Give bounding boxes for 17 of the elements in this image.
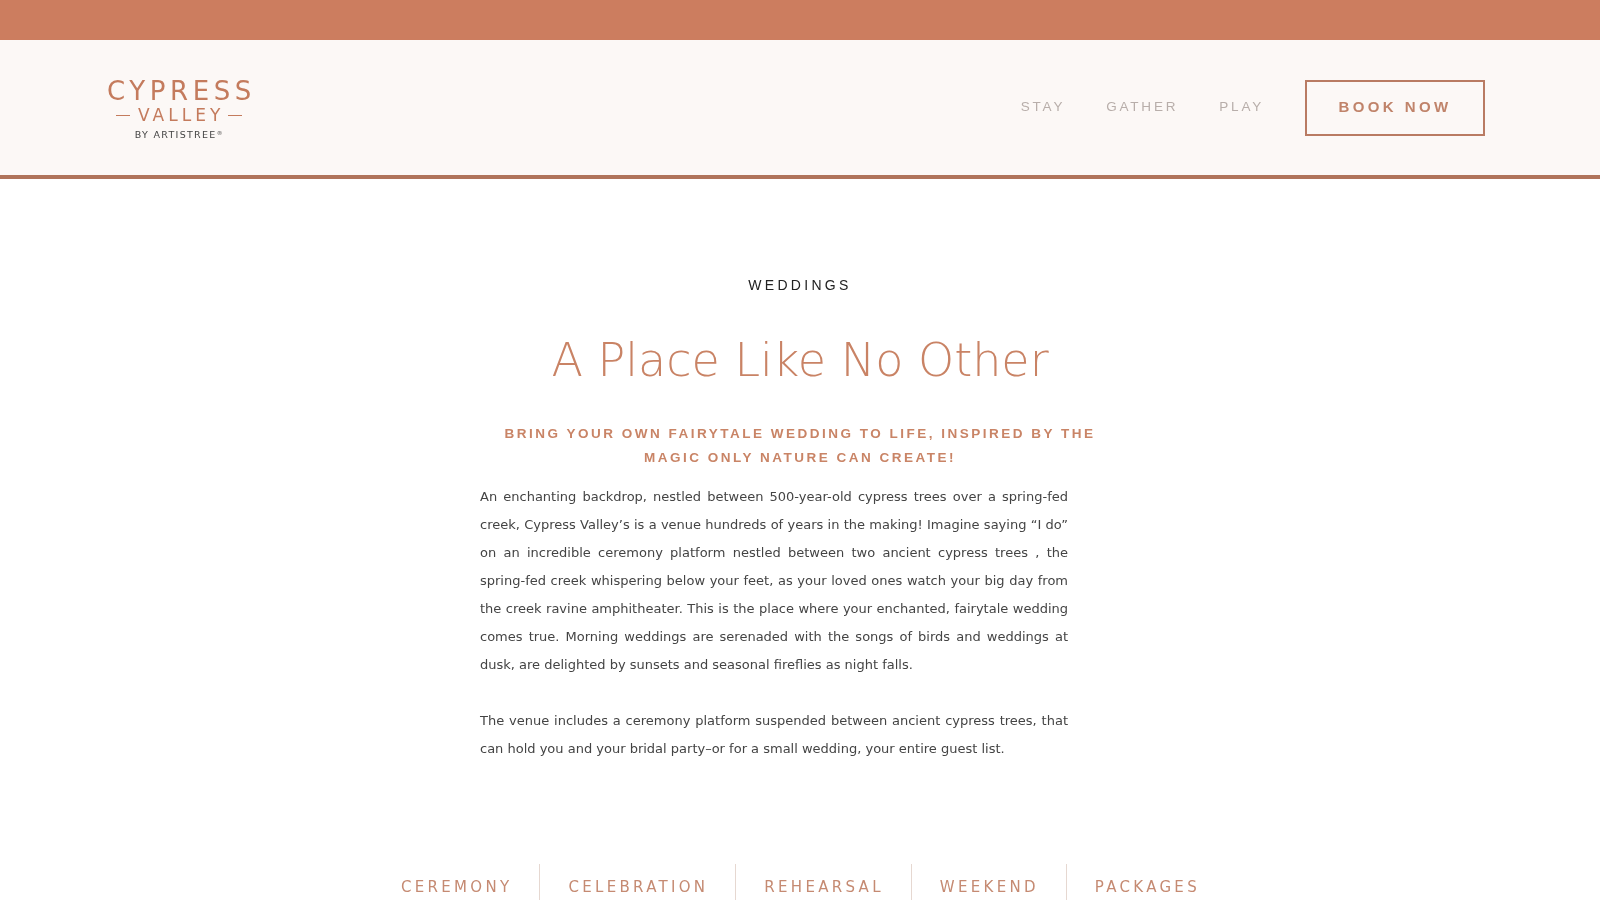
section-tab[interactable]: CEREMONY: [373, 864, 540, 896]
logo-tagline: BY ARTISTREE$^{®}$: [134, 129, 224, 140]
section-tab[interactable]: PACKAGES: [1066, 864, 1227, 896]
nav-link[interactable]: PLAY: [1219, 97, 1264, 118]
section-tab[interactable]: WEEKEND: [911, 864, 1066, 896]
book-now-button[interactable]: BOOK NOW: [1305, 79, 1485, 136]
page-heading: A Place Like No Other: [550, 332, 1050, 389]
logo-wordmark[interactable]: CYPRESS: [107, 77, 256, 104]
tagline: BRING YOUR OWN FAIRYTALE WEDDING TO LIFE, INSPIRED BY THE MAGIC ONLY NATURE CAN CREATE!: [503, 425, 1097, 467]
body-paragraph: The venue includes a ceremony platform suspended between ancient cypress trees, that can hold you and your bridal party–or for a small wedding, your entire guest list.: [480, 712, 1068, 758]
nav-link[interactable]: GATHER: [1106, 97, 1179, 118]
section-eyebrow: WEDDINGS: [747, 276, 853, 295]
section-tab[interactable]: REHEARSAL: [736, 864, 911, 896]
logo-subtitle: VALLEY: [138, 106, 225, 124]
section-tab[interactable]: CELEBRATION: [540, 864, 736, 896]
nav-link[interactable]: STAY: [1020, 97, 1066, 118]
body-paragraph: An enchanting backdrop, nestled between 500-year-old cypress trees over a spring-fed creek, Cypress Valley’s is a venue hundreds of years in the making! Imagine saying “I do” on an incredible ceremony platform nestled between two ancient cypress trees , the spring-fed creek whispering below your feet, as your loved ones watch your big day from the creek ravine amphitheater. This is the place where your enchanted, fairytale wedding comes true. Morning weddings are serenaded with the songs of birds and weddings at dusk, are delighted by sunsets and seasonal fireflies as night falls.: [480, 488, 1068, 674]
